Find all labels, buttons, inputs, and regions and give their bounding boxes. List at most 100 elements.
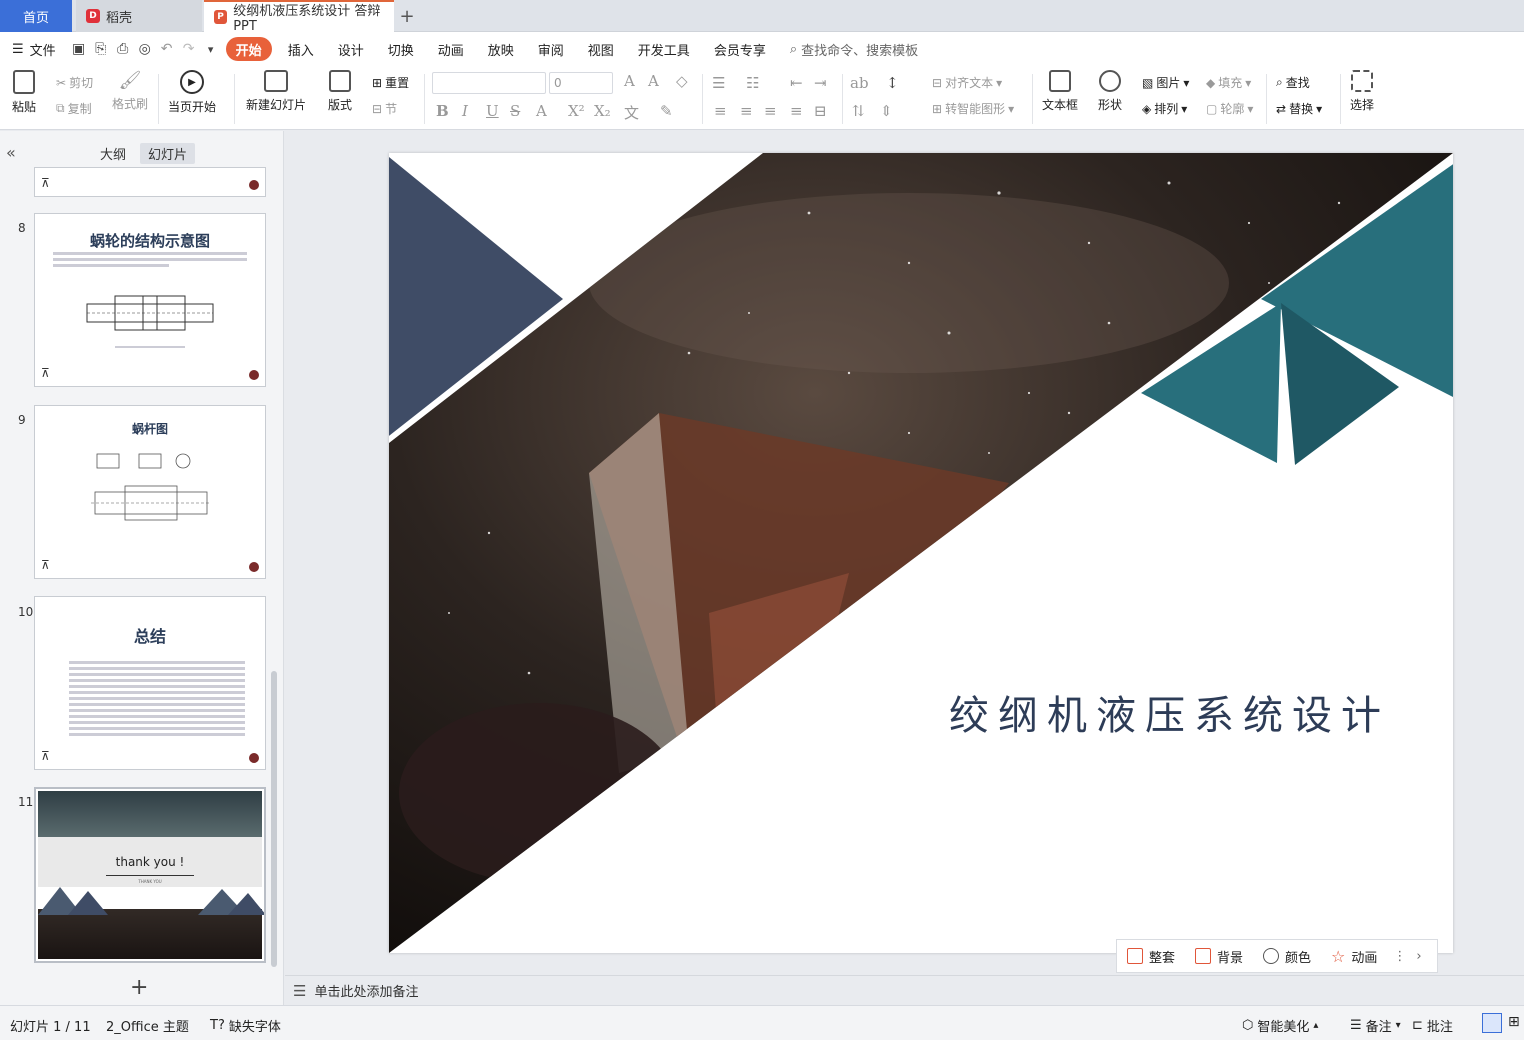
menu-review[interactable]: 审阅	[526, 37, 576, 61]
line-spacing-icon[interactable]: ↕	[886, 74, 899, 92]
format-painter-button[interactable]: 🖌 格式刷	[112, 70, 148, 112]
smart-shape-button[interactable]: ⊞ 转智能图形 ▾	[932, 100, 1014, 117]
collapse-panel-icon[interactable]: «	[6, 143, 16, 162]
layout-button[interactable]: 版式	[328, 70, 352, 113]
picture-button[interactable]: ▧ 图片 ▾	[1142, 74, 1189, 91]
file-menu[interactable]: ☰ 文件	[0, 37, 68, 61]
menu-slideshow[interactable]: 放映	[476, 37, 526, 61]
background-button[interactable]: 背景	[1185, 947, 1253, 966]
slide-title[interactable]: 绞纲机液压系统设计	[949, 683, 1390, 741]
thumbnail-text-lines	[53, 252, 247, 270]
select-button[interactable]: 选择	[1350, 70, 1374, 113]
slide-thumbnail-8[interactable]: 蜗轮的结构示意图 ⊼	[34, 213, 266, 387]
menu-animation[interactable]: 动画	[426, 37, 476, 61]
tab-wps[interactable]: D 稻壳	[76, 0, 202, 32]
decrease-indent-icon[interactable]: ⇤	[790, 74, 803, 92]
separator	[842, 74, 843, 124]
slide-thumbnail-9[interactable]: 蜗杆图 ⊼	[34, 405, 266, 579]
more-icon[interactable]: ⋮	[1387, 949, 1412, 964]
italic-icon[interactable]: I	[462, 102, 468, 120]
font-size-select[interactable]: 0	[549, 72, 613, 94]
menu-view[interactable]: 视图	[576, 37, 626, 61]
paste-button[interactable]: 粘贴	[12, 70, 36, 115]
save-icon[interactable]: ▣	[68, 38, 90, 60]
panel-scrollbar[interactable]	[271, 671, 277, 967]
smart-beautify-button[interactable]: ⬡ 智能美化 ▴	[1242, 1016, 1318, 1035]
menu-home[interactable]: 开始	[225, 37, 272, 61]
find-button[interactable]: ⌕ 查找	[1276, 74, 1310, 91]
new-tab-button[interactable]: +	[396, 0, 418, 32]
distribute-icon[interactable]: ⊟	[814, 102, 827, 120]
print-icon[interactable]: ⎙	[112, 38, 134, 60]
underline-icon[interactable]: U	[486, 102, 499, 120]
font-color-icon[interactable]: A	[536, 102, 547, 120]
menu-design[interactable]: 设计	[326, 37, 376, 61]
arrange-button[interactable]: ◈ 排列 ▾	[1142, 100, 1187, 117]
new-slide-button[interactable]: 新建幻灯片	[246, 70, 306, 113]
shape-button[interactable]: 形状	[1098, 70, 1122, 113]
menu-transition[interactable]: 切换	[376, 37, 426, 61]
menu-insert[interactable]: 插入	[276, 37, 326, 61]
tab-outline[interactable]: 大纲	[92, 143, 134, 164]
chevron-right-icon[interactable]: ›	[1412, 949, 1425, 964]
undo-icon[interactable]: ↶	[156, 38, 178, 60]
paragraph-spacing-icon[interactable]: ⇅	[852, 102, 865, 120]
theme-name[interactable]: 2_Office 主题	[106, 1016, 189, 1035]
section-button[interactable]: ⊟ 节	[372, 100, 397, 117]
decrease-font-icon[interactable]: A	[648, 72, 659, 90]
increase-font-icon[interactable]: A	[624, 72, 635, 90]
font-family-select[interactable]	[432, 72, 546, 94]
align-left-icon[interactable]: ≡	[714, 102, 727, 120]
align-center-icon[interactable]: ≡	[740, 102, 753, 120]
normal-view-icon[interactable]	[1482, 1013, 1502, 1033]
align-text-button[interactable]: ⊟ 对齐文本 ▾	[932, 74, 1002, 91]
tab-document[interactable]: P 绞纲机液压系统设计 答辩PPT	[204, 0, 394, 34]
chevron-down-icon[interactable]: ▾	[200, 38, 222, 60]
bold-icon[interactable]: B	[436, 102, 449, 120]
replace-button[interactable]: ⇄ 替换 ▾	[1276, 100, 1322, 117]
fill-button[interactable]: ◆ 填充 ▾	[1206, 74, 1251, 91]
justify-icon[interactable]: ≡	[790, 102, 803, 120]
cut-button[interactable]: ✂ 剪切	[56, 74, 93, 91]
strikethrough-icon[interactable]: S	[510, 102, 520, 120]
command-search[interactable]: ⌕ 查找命令、搜索模板	[790, 40, 918, 59]
column-icon[interactable]: ⇕	[880, 102, 893, 120]
export-icon[interactable]: ⎘	[90, 38, 112, 60]
notes-pane[interactable]: ☰ 单击此处添加备注	[285, 975, 1524, 1005]
animation-button[interactable]: ☆ 动画	[1321, 947, 1387, 966]
subscript-icon[interactable]: X₂	[594, 102, 611, 120]
clear-format-icon[interactable]: ◇	[676, 72, 688, 90]
tab-home[interactable]: 首页	[0, 0, 72, 32]
superscript-icon[interactable]: X²	[568, 102, 585, 120]
play-from-current-button[interactable]: ▶ 当页开始	[168, 70, 216, 115]
pinyin-icon[interactable]: 文	[624, 102, 639, 123]
notes-toggle-button[interactable]: ☰ 备注 ▾	[1350, 1016, 1401, 1035]
textbox-button[interactable]: 文本框	[1042, 70, 1078, 113]
highlight-icon[interactable]: ✎	[660, 102, 673, 120]
reset-button[interactable]: ⊞ 重置	[372, 74, 409, 91]
preview-icon[interactable]: ◎	[134, 38, 156, 60]
increase-indent-icon[interactable]: ⇥	[814, 74, 827, 92]
missing-font-button[interactable]: T? 缺失字体	[210, 1016, 281, 1035]
current-slide[interactable]: 绞纲机液压系统设计	[389, 153, 1453, 953]
comments-button[interactable]: ⊏ 批注	[1412, 1016, 1453, 1035]
align-right-icon[interactable]: ≡	[764, 102, 777, 120]
color-button[interactable]: 颜色	[1253, 947, 1321, 966]
menu-developer[interactable]: 开发工具	[626, 37, 702, 61]
copy-button[interactable]: ⧉ 复制	[56, 100, 92, 117]
bullet-list-icon[interactable]: ☰	[712, 74, 725, 92]
tab-slides[interactable]: 幻灯片	[140, 143, 196, 164]
outline-button[interactable]: ▢ 轮廓 ▾	[1206, 100, 1253, 117]
slide-thumbnail-7[interactable]: ⊼	[34, 167, 266, 197]
grid-view-icon[interactable]: ⊞	[1508, 1014, 1520, 1030]
add-slide-button[interactable]: +	[130, 975, 148, 1000]
redo-icon[interactable]: ↷	[178, 38, 200, 60]
menu-member[interactable]: 会员专享	[702, 37, 778, 61]
numbered-list-icon[interactable]: ☷	[746, 74, 759, 92]
smart-shape-label: 转智能图形	[945, 102, 1006, 116]
cut-label: 剪切	[69, 76, 94, 90]
template-set-button[interactable]: 整套	[1117, 947, 1185, 966]
slide-thumbnail-10[interactable]: 总结 ⊼	[34, 596, 266, 770]
slide-thumbnail-11[interactable]: thank you ! THANK YOU	[34, 787, 266, 963]
text-direction-icon[interactable]: ab	[850, 74, 869, 92]
